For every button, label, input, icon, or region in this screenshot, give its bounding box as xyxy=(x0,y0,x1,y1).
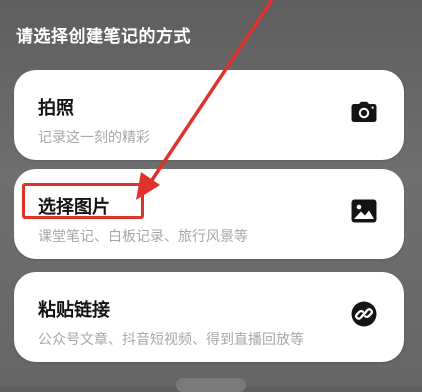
home-indicator xyxy=(176,378,246,392)
option-title: 选择图片 xyxy=(38,197,110,218)
link-icon xyxy=(350,300,378,328)
camera-icon xyxy=(350,98,378,126)
option-subtitle: 公众号文章、抖音短视频、得到直播回放等 xyxy=(38,332,304,348)
option-choose-image[interactable]: 选择图片 课堂笔记、白板记录、旅行风景等 xyxy=(14,169,404,259)
option-take-photo[interactable]: 拍照 记录这一刻的精彩 xyxy=(14,70,404,160)
image-icon xyxy=(350,197,378,225)
option-title: 粘贴链接 xyxy=(38,300,110,321)
option-subtitle: 记录这一刻的精彩 xyxy=(38,130,150,146)
sheet-title: 请选择创建笔记的方式 xyxy=(16,27,191,47)
option-title: 拍照 xyxy=(38,98,74,119)
option-paste-link[interactable]: 粘贴链接 公众号文章、抖音短视频、得到直播回放等 xyxy=(14,272,404,362)
option-subtitle: 课堂笔记、白板记录、旅行风景等 xyxy=(38,229,248,245)
